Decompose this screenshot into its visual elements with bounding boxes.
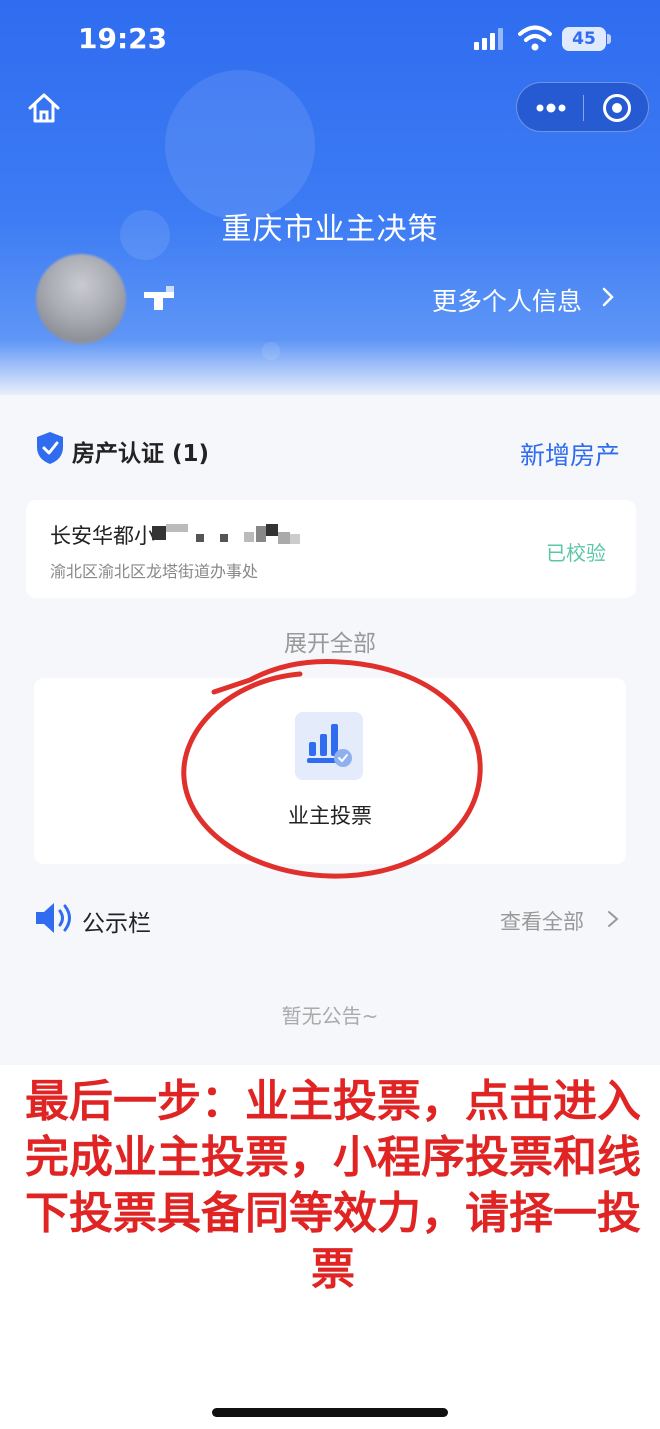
battery-indicator: 45 [562,27,606,51]
property-section-title: 房产认证 (1) [72,441,210,467]
property-address: 渝北区渝北区龙塔街道办事处 [50,562,259,581]
signal-icon [474,28,504,50]
instruction-caption: 最后一步：业主投票，点击进入完成业主投票，小程序投票和线下投票具备同等效力，请择… [25,1076,641,1295]
annotation-circle [181,659,483,879]
more-info-link[interactable]: 更多个人信息 [432,282,582,318]
view-all-link[interactable]: 查看全部 [500,906,584,936]
shield-check-icon [37,432,63,464]
miniapp-capsule [516,82,649,132]
empty-notice-text: 暂无公告~ [281,1004,379,1028]
notice-board-title: 公示栏 [82,911,151,937]
property-card[interactable]: 长安华都小 渝北区渝北区龙塔街道办事处 已校验 [26,500,636,598]
avatar[interactable] [36,254,126,344]
property-name-redacted [152,524,302,546]
more-dots-icon[interactable] [535,97,567,119]
verified-status-badge: 已校验 [546,541,606,565]
page-title: 重庆市业主决策 [221,212,439,247]
home-icon[interactable] [24,88,64,128]
wifi-icon [518,25,552,51]
close-target-icon[interactable] [603,94,631,122]
chevron-right-icon[interactable] [606,910,620,928]
chevron-right-icon[interactable] [600,287,616,307]
home-indicator[interactable] [212,1408,448,1417]
battery-tip [607,34,611,44]
speaker-icon [36,903,71,933]
decor-bubble [165,70,315,220]
decor-bubble [262,342,280,360]
add-property-button[interactable]: 新增房产 [520,436,620,472]
user-name-redacted [144,286,174,310]
property-name: 长安华都小 [50,524,155,548]
capsule-divider [583,95,584,121]
status-time: 19:23 [78,22,168,55]
